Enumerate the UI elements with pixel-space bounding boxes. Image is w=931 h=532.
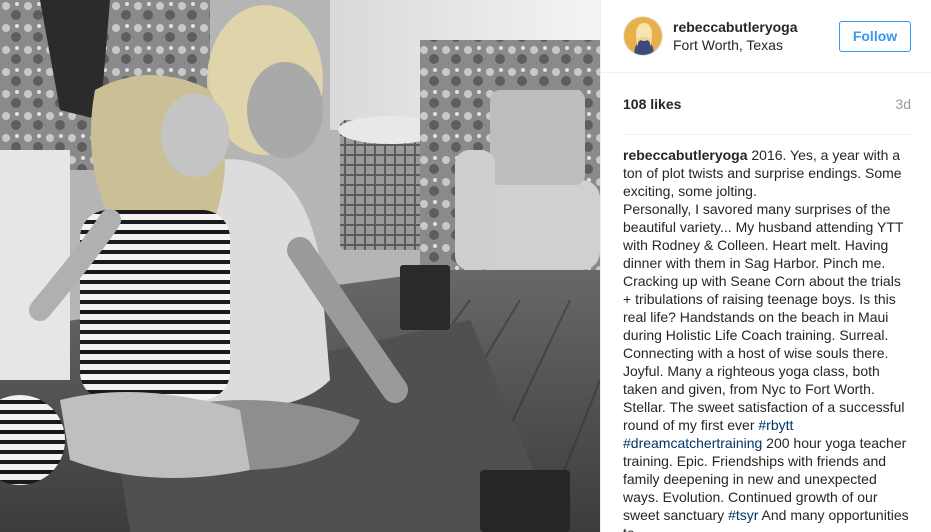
user-info: rebeccabutleryoga Fort Worth, Texas xyxy=(673,18,839,54)
location-link[interactable]: Fort Worth, Texas xyxy=(673,36,839,54)
caption: rebeccabutleryoga 2016. Yes, a year with… xyxy=(601,135,931,532)
post-header: rebeccabutleryoga Fort Worth, Texas Foll… xyxy=(601,0,931,73)
post-meta: 108 likes 3d xyxy=(623,73,911,135)
instagram-post: rebeccabutleryoga Fort Worth, Texas Foll… xyxy=(0,0,931,532)
avatar-image xyxy=(624,17,662,55)
caption-paragraph-2: Personally, I savored many surprises of … xyxy=(623,200,911,532)
hashtag-dreamcatchertraining[interactable]: #dreamcatchertraining xyxy=(623,435,762,451)
caption-text-2: Personally, I savored many surprises of … xyxy=(623,201,905,433)
username-link[interactable]: rebeccabutleryoga xyxy=(673,18,839,36)
likes-count[interactable]: 108 likes xyxy=(623,96,681,112)
post-photo[interactable] xyxy=(0,0,600,532)
avatar[interactable] xyxy=(623,16,663,56)
caption-paragraph-1: rebeccabutleryoga 2016. Yes, a year with… xyxy=(623,146,911,200)
post-photo-image xyxy=(0,0,600,532)
caption-username[interactable]: rebeccabutleryoga xyxy=(623,147,748,163)
hashtag-tsyr[interactable]: #tsyr xyxy=(728,507,758,523)
post-age[interactable]: 3d xyxy=(895,96,911,112)
post-side-panel: rebeccabutleryoga Fort Worth, Texas Foll… xyxy=(600,0,931,532)
follow-button[interactable]: Follow xyxy=(839,20,911,52)
hashtag-rbytt[interactable]: #rbytt xyxy=(758,417,793,433)
